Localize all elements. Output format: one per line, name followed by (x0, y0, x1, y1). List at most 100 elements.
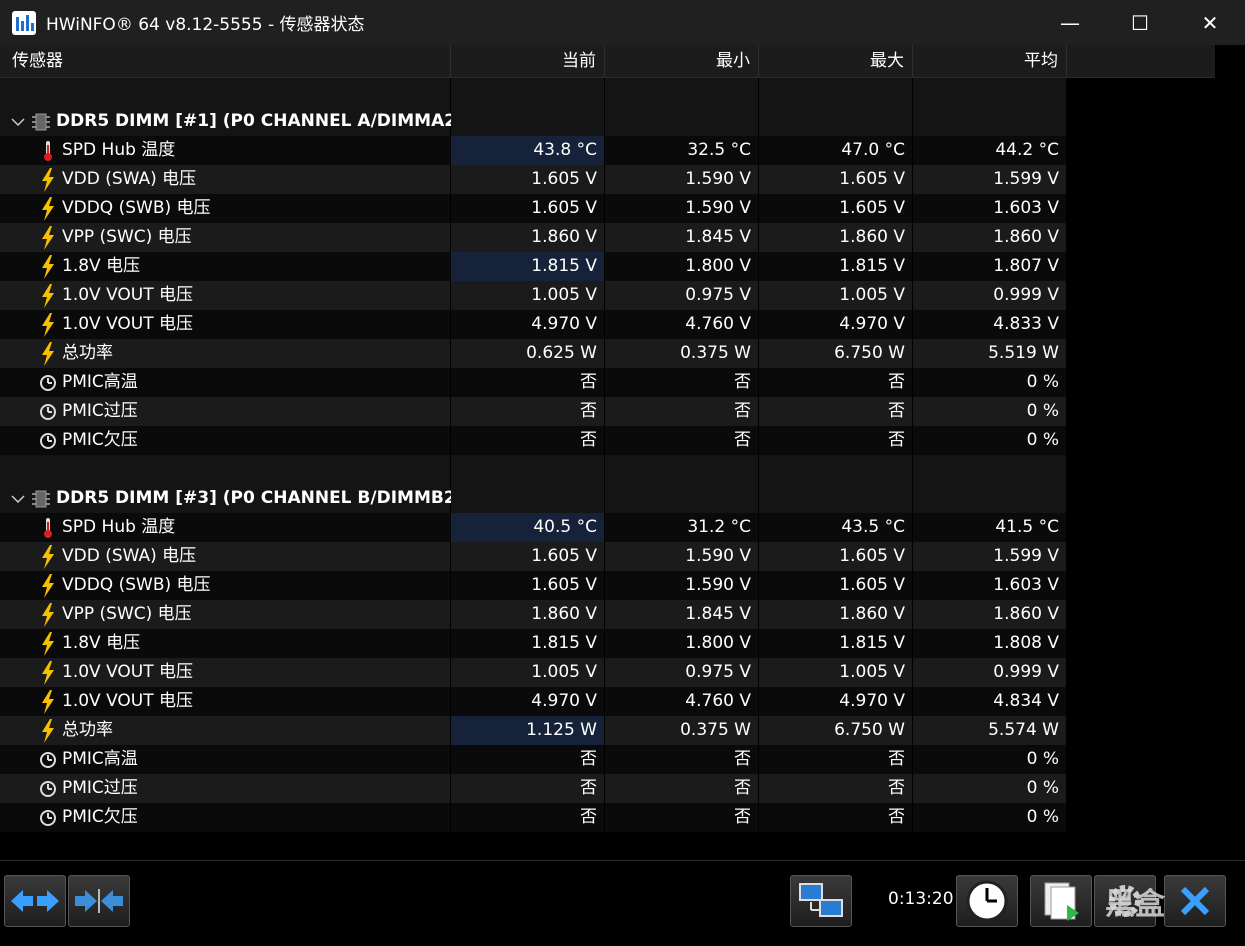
sensor-row[interactable]: PMIC欠压否否否 0 % (0, 803, 1067, 832)
min-value: 1.590 V (605, 542, 759, 571)
avg-value: 0 % (913, 368, 1067, 397)
min-value: 1.845 V (605, 223, 759, 252)
min-value: 1.800 V (605, 629, 759, 658)
sensor-row[interactable]: 1.0V VOUT 电压 4.970 V 4.760 V 4.970 V 4.834 V (0, 687, 1067, 716)
minimize-button[interactable]: — (1035, 0, 1105, 45)
expand-collapse-button[interactable] (4, 875, 66, 927)
avg-value: 0 % (913, 803, 1067, 832)
clock-status-icon (38, 807, 58, 829)
avg-value: 1.603 V (913, 194, 1067, 223)
max-value: 1.815 V (759, 629, 913, 658)
column-header-sensor[interactable]: 传感器 (0, 45, 451, 77)
max-value: 1.605 V (759, 194, 913, 223)
avg-value: 1.808 V (913, 629, 1067, 658)
sensor-row[interactable]: VDD (SWA) 电压 1.605 V 1.590 V 1.605 V 1.599 V (0, 165, 1067, 194)
sensor-row[interactable]: PMIC高温否否否 0 % (0, 368, 1067, 397)
sensor-group-header[interactable]: DDR5 DIMM [#3] (P0 CHANNEL B/DIMMB2) (0, 484, 1067, 513)
current-value: 1.605 V (451, 542, 605, 571)
avg-value: 1.860 V (913, 223, 1067, 252)
close-sensors-button[interactable] (1164, 875, 1226, 927)
current-value: 1.860 V (451, 600, 605, 629)
min-value: 1.845 V (605, 600, 759, 629)
max-value: 1.860 V (759, 223, 913, 252)
sensor-row[interactable]: 1.0V VOUT 电压 4.970 V 4.760 V 4.970 V 4.833 V (0, 310, 1067, 339)
sensor-label: SPD Hub 温度 (62, 517, 176, 537)
collapse-columns-button[interactable] (68, 875, 130, 927)
sensor-row[interactable]: VDDQ (SWB) 电压 1.605 V 1.590 V 1.605 V 1.603 … (0, 571, 1067, 600)
sensor-row[interactable]: 1.0V VOUT 电压 1.005 V 0.975 V 1.005 V 0.999 V (0, 281, 1067, 310)
sensor-row[interactable]: SPD Hub 温度 40.5 °C 31.2 °C 43.5 °C 41.5 °C (0, 513, 1067, 542)
sensor-label: PMIC过压 (62, 778, 138, 798)
min-value: 0.375 W (605, 339, 759, 368)
lightning-icon (38, 167, 58, 192)
document-log-icon (1044, 882, 1079, 921)
avg-value: 0 % (913, 745, 1067, 774)
sensor-row[interactable]: 总功率 1.125 W 0.375 W 6.750 W 5.574 W (0, 716, 1067, 745)
sensor-label: 1.0V VOUT 电压 (62, 662, 194, 682)
avg-value: 1.599 V (913, 542, 1067, 571)
lightning-icon (38, 718, 58, 743)
hwinfo-app-icon (12, 10, 36, 35)
elapsed-time: 0:13:20 (888, 889, 954, 909)
thermometer-icon (38, 517, 58, 539)
chevron-down-icon[interactable] (10, 114, 26, 130)
maximize-button[interactable]: ☐ (1105, 0, 1175, 45)
sensor-row[interactable]: 1.8V 电压 1.815 V 1.800 V 1.815 V 1.808 V (0, 629, 1067, 658)
chevron-down-icon[interactable] (10, 491, 26, 507)
max-value: 否 (759, 803, 913, 832)
sensor-group-header[interactable]: DDR5 DIMM [#1] (P0 CHANNEL A/DIMMA2) (0, 107, 1067, 136)
avg-value: 4.834 V (913, 687, 1067, 716)
min-value: 1.800 V (605, 252, 759, 281)
column-header-max[interactable]: 最大 (759, 45, 913, 77)
max-value: 1.815 V (759, 252, 913, 281)
sensor-label: PMIC高温 (62, 749, 138, 769)
sensor-row[interactable]: VPP (SWC) 电压 1.860 V 1.845 V 1.860 V 1.860 V (0, 223, 1067, 252)
sensor-row[interactable]: VPP (SWC) 电压 1.860 V 1.845 V 1.860 V 1.860 V (0, 600, 1067, 629)
sensor-row[interactable]: 1.8V 电压 1.815 V 1.800 V 1.815 V 1.807 V (0, 252, 1067, 281)
avg-value: 1.603 V (913, 571, 1067, 600)
min-value: 0.975 V (605, 281, 759, 310)
max-value: 否 (759, 368, 913, 397)
lightning-icon (38, 544, 58, 569)
sensor-row[interactable]: 1.0V VOUT 电压 1.005 V 0.975 V 1.005 V 0.999 V (0, 658, 1067, 687)
clock-status-icon (38, 749, 58, 771)
min-value: 1.590 V (605, 571, 759, 600)
bottom-toolbar: 0:13:20 黑盒 (0, 860, 1245, 946)
max-value: 43.5 °C (759, 513, 913, 542)
network-button[interactable] (790, 875, 852, 927)
sensor-label: SPD Hub 温度 (62, 140, 176, 160)
sensor-row[interactable]: PMIC过压否否否 0 % (0, 397, 1067, 426)
current-value: 1.605 V (451, 194, 605, 223)
sensor-row[interactable]: SPD Hub 温度 43.8 °C 32.5 °C 47.0 °C 44.2 °C (0, 136, 1067, 165)
column-header-min[interactable]: 最小 (605, 45, 759, 77)
lightning-icon (38, 196, 58, 221)
avg-value: 1.807 V (913, 252, 1067, 281)
min-value: 否 (605, 426, 759, 455)
network-monitors-icon (799, 883, 843, 917)
sensor-label: 总功率 (62, 720, 113, 740)
sensor-label: PMIC欠压 (62, 807, 138, 827)
avg-value: 44.2 °C (913, 136, 1067, 165)
max-value: 6.750 W (759, 339, 913, 368)
close-button[interactable]: ✕ (1175, 0, 1245, 45)
log-button[interactable] (1030, 875, 1092, 927)
max-value: 1.005 V (759, 281, 913, 310)
arrows-inward-icon (75, 889, 123, 913)
reset-timer-button[interactable] (956, 875, 1018, 927)
max-value: 否 (759, 426, 913, 455)
min-value: 否 (605, 368, 759, 397)
current-value: 否 (451, 745, 605, 774)
sensor-label: VDD (SWA) 电压 (62, 546, 197, 566)
sensor-row[interactable]: VDD (SWA) 电压 1.605 V 1.590 V 1.605 V 1.599 V (0, 542, 1067, 571)
column-header-avg[interactable]: 平均 (913, 45, 1067, 77)
double-arrow-icon (11, 890, 59, 912)
column-header-current[interactable]: 当前 (451, 45, 605, 77)
sensor-row[interactable]: VDDQ (SWB) 电压 1.605 V 1.590 V 1.605 V 1.603 … (0, 194, 1067, 223)
sensor-row[interactable]: PMIC高温否否否 0 % (0, 745, 1067, 774)
max-value: 1.005 V (759, 658, 913, 687)
sensor-row[interactable]: PMIC欠压否否否 0 % (0, 426, 1067, 455)
sensor-row[interactable]: PMIC过压否否否 0 % (0, 774, 1067, 803)
max-value: 1.605 V (759, 571, 913, 600)
lightning-icon (38, 689, 58, 714)
sensor-row[interactable]: 总功率 0.625 W 0.375 W 6.750 W 5.519 W (0, 339, 1067, 368)
